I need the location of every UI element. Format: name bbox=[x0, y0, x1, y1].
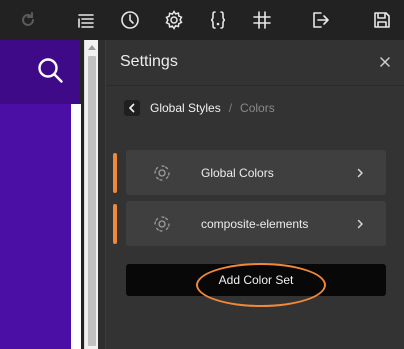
code-braces-icon[interactable] bbox=[204, 6, 232, 34]
save-icon[interactable] bbox=[368, 6, 396, 34]
add-color-set-button[interactable]: Add Color Set bbox=[126, 264, 386, 296]
color-set-label: Global Colors bbox=[201, 165, 274, 180]
color-set-row[interactable]: composite-elements bbox=[113, 201, 386, 246]
scroll-up-arrow-icon[interactable] bbox=[85, 44, 98, 54]
color-set-row[interactable]: Global Colors bbox=[113, 150, 386, 195]
breadcrumb-global-styles[interactable]: Global Styles bbox=[150, 101, 221, 115]
panel-title: Settings bbox=[120, 53, 178, 70]
color-wheel-icon bbox=[152, 163, 172, 183]
redo-icon[interactable] bbox=[14, 6, 42, 34]
gear-icon[interactable] bbox=[160, 6, 188, 34]
exit-icon[interactable] bbox=[306, 6, 334, 34]
color-wheel-icon bbox=[152, 214, 172, 234]
preview-content bbox=[0, 104, 71, 349]
hash-icon[interactable] bbox=[248, 6, 276, 34]
panel-gutter bbox=[98, 40, 105, 349]
breadcrumb: Global Styles / Colors bbox=[124, 99, 275, 117]
color-set-indicator bbox=[113, 152, 117, 193]
search-icon[interactable] bbox=[36, 56, 64, 89]
close-icon[interactable] bbox=[378, 55, 392, 69]
preview-edge bbox=[71, 104, 81, 349]
top-toolbar bbox=[0, 0, 404, 40]
color-set-indicator bbox=[113, 203, 117, 244]
color-set-label: composite-elements bbox=[201, 216, 309, 231]
chevron-right-icon[interactable] bbox=[354, 217, 366, 229]
chevron-right-icon[interactable] bbox=[354, 166, 366, 178]
clock-icon[interactable] bbox=[116, 6, 144, 34]
breadcrumb-current: Colors bbox=[240, 101, 275, 115]
settings-panel: Settings Global Styles / Colors Global C bbox=[105, 40, 404, 349]
preview-header bbox=[0, 40, 80, 104]
preview-scrollbar[interactable] bbox=[84, 40, 98, 349]
chevron-left-icon[interactable] bbox=[124, 100, 140, 116]
panel-divider bbox=[106, 85, 404, 86]
breadcrumb-separator: / bbox=[228, 101, 233, 115]
scroll-thumb[interactable] bbox=[88, 56, 96, 346]
history-list-icon[interactable] bbox=[72, 6, 100, 34]
